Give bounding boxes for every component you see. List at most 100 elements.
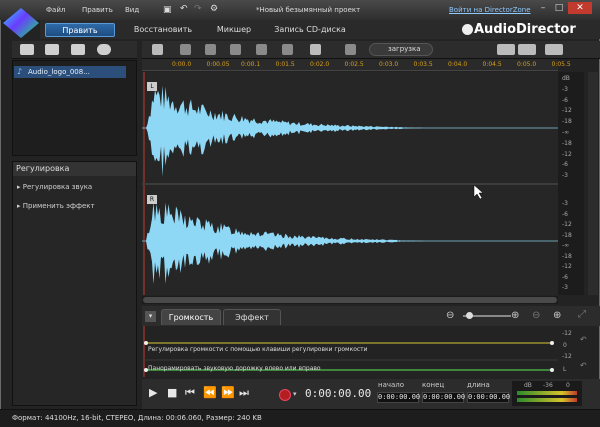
db-label: -12 [562, 107, 572, 115]
end-label: конец [422, 381, 445, 389]
adjust-sound-item[interactable]: ▸ Регулировка звука [17, 183, 92, 191]
volume-point-start[interactable] [144, 341, 148, 345]
marker-icon[interactable] [310, 44, 321, 55]
db-scale [558, 72, 584, 295]
record-button[interactable] [279, 389, 291, 401]
brand-title: AudioDirector [474, 22, 576, 37]
trim-icon[interactable] [282, 44, 293, 55]
ruler-label: 0:05.0 [517, 61, 537, 68]
tab-effect[interactable]: Эффект [223, 309, 281, 325]
meter-mark: 0 [566, 382, 570, 389]
start-time-field[interactable]: 0:00:00.00 [377, 392, 420, 403]
select-icon[interactable] [152, 44, 163, 55]
cut-icon[interactable] [180, 44, 191, 55]
pan-lane-label: Панорамировать звуковую дорожку влево ил… [148, 365, 321, 372]
status-bar: Формат: 44100Hz, 16-bit, СТЕРЕО, Длина: … [0, 409, 600, 427]
rewind-icon[interactable]: ⏪ [203, 386, 217, 399]
db-label: -18 [562, 231, 572, 239]
minimize-button[interactable]: – [536, 2, 550, 14]
scrollbar-thumb[interactable] [143, 297, 557, 303]
cloud-icon[interactable] [97, 44, 111, 55]
meter-bar-right [517, 398, 577, 402]
window-title: *Новый безымянный проект [256, 6, 361, 14]
right-channel-wave [146, 202, 551, 285]
import-folder-icon[interactable] [20, 44, 34, 55]
right-channel-badge: R [147, 195, 157, 204]
pan-point-end[interactable] [550, 368, 554, 372]
undo-icon[interactable]: ↶ [180, 4, 188, 14]
adjust-panel-title: Регулировка [13, 162, 136, 176]
ruler-label: 0:04.5 [482, 61, 502, 68]
left-channel-wave [146, 85, 551, 177]
stop-icon[interactable]: ■ [167, 386, 177, 399]
import-cd-icon[interactable] [71, 44, 85, 55]
db-label: -3 [562, 85, 568, 93]
record-options-icon[interactable]: ▾ [293, 390, 297, 398]
meter-db-label: dB [524, 382, 532, 389]
paste-icon[interactable] [230, 44, 241, 55]
waveform-svg[interactable] [142, 72, 558, 295]
tab-edit[interactable]: Править [45, 23, 115, 37]
fit-screen-icon[interactable]: ⤢ [578, 309, 586, 320]
length-time-field[interactable]: 0:00:00.00 [467, 392, 510, 403]
db-label: -3 [562, 284, 568, 291]
close-button[interactable]: ✕ [568, 2, 592, 14]
vertical-zoom-bar[interactable] [588, 72, 598, 295]
tab-restore[interactable]: Восстановить [125, 23, 201, 37]
library-item-label: Audio_logo_008... [28, 68, 90, 76]
delete-icon[interactable] [256, 44, 267, 55]
reset-pan-icon[interactable]: ↶ [580, 361, 587, 370]
import-file-icon[interactable] [45, 44, 59, 55]
apply-effect-item[interactable]: ▸ Применить эффект [17, 202, 95, 210]
zoom-out-icon[interactable]: ⊖ [446, 310, 454, 321]
zoom-slider-thumb[interactable] [466, 312, 473, 319]
lane-db-mark: 0 [563, 342, 567, 349]
current-time: 0:00:00.00 [305, 387, 372, 400]
library-item[interactable]: Audio_logo_008... [14, 66, 126, 78]
waveform-view-icon[interactable] [545, 44, 563, 55]
menu-view[interactable]: Вид [125, 6, 139, 14]
ruler-label: 0:03.0 [379, 61, 399, 68]
previous-icon[interactable]: ⏮ [185, 386, 195, 400]
maximize-button[interactable]: □ [552, 2, 566, 14]
save-icon[interactable]: ▣ [163, 5, 172, 15]
db-label: -∞ [562, 242, 570, 249]
redo-icon[interactable]: ↷ [194, 4, 202, 14]
ruler-label: 0:03.5 [413, 61, 433, 68]
length-label: длина [467, 381, 490, 389]
db-label: -12 [562, 150, 572, 158]
end-time-field[interactable]: 0:00:00.00 [422, 392, 465, 403]
db-label: -6 [562, 273, 568, 281]
ruler-label: 0:00.05 [206, 61, 230, 68]
lane-db-mark: -12 [562, 353, 572, 360]
spectrum-view-icon[interactable] [497, 44, 515, 55]
collapse-panel-icon[interactable]: ▾ [145, 311, 156, 322]
next-icon[interactable]: ⏭ [239, 386, 249, 400]
directorzone-login-link[interactable]: Войти на DirectorZone [449, 6, 531, 14]
tab-mixer[interactable]: Микшер [210, 23, 258, 37]
tab-volume[interactable]: Громкость [161, 309, 221, 325]
ruler-label: 0:00.0 [172, 61, 192, 68]
play-icon[interactable]: ▶ [149, 386, 157, 399]
vzoom-in-icon[interactable]: ⊕ [553, 310, 561, 321]
reset-volume-icon[interactable]: ↶ [580, 335, 587, 344]
db-label: -3 [562, 172, 568, 180]
ruler-label: 0:04.0 [448, 61, 468, 68]
eq-view-icon[interactable] [518, 44, 536, 55]
left-channel-badge: L [147, 82, 157, 91]
menu-file[interactable]: Файл [46, 6, 65, 14]
copy-icon[interactable] [205, 44, 216, 55]
settings-icon[interactable]: ⚙ [210, 4, 218, 14]
vzoom-out-icon[interactable]: ⊖ [532, 310, 540, 321]
zoom-in-icon[interactable]: ⊕ [511, 310, 519, 321]
export-icon[interactable] [345, 44, 356, 55]
upload-button[interactable]: загрузка [369, 43, 433, 56]
volume-point-end[interactable] [550, 341, 554, 345]
ruler-label: 0:01.5 [275, 61, 295, 68]
meter-bar-left [517, 391, 577, 395]
menu-edit[interactable]: Править [82, 6, 113, 14]
tab-cd-burn[interactable]: Запись CD-диска [270, 23, 350, 37]
db-label: -18 [562, 139, 572, 147]
fast-forward-icon[interactable]: ⏩ [221, 386, 235, 399]
lane-pan-mark: L [563, 366, 567, 373]
